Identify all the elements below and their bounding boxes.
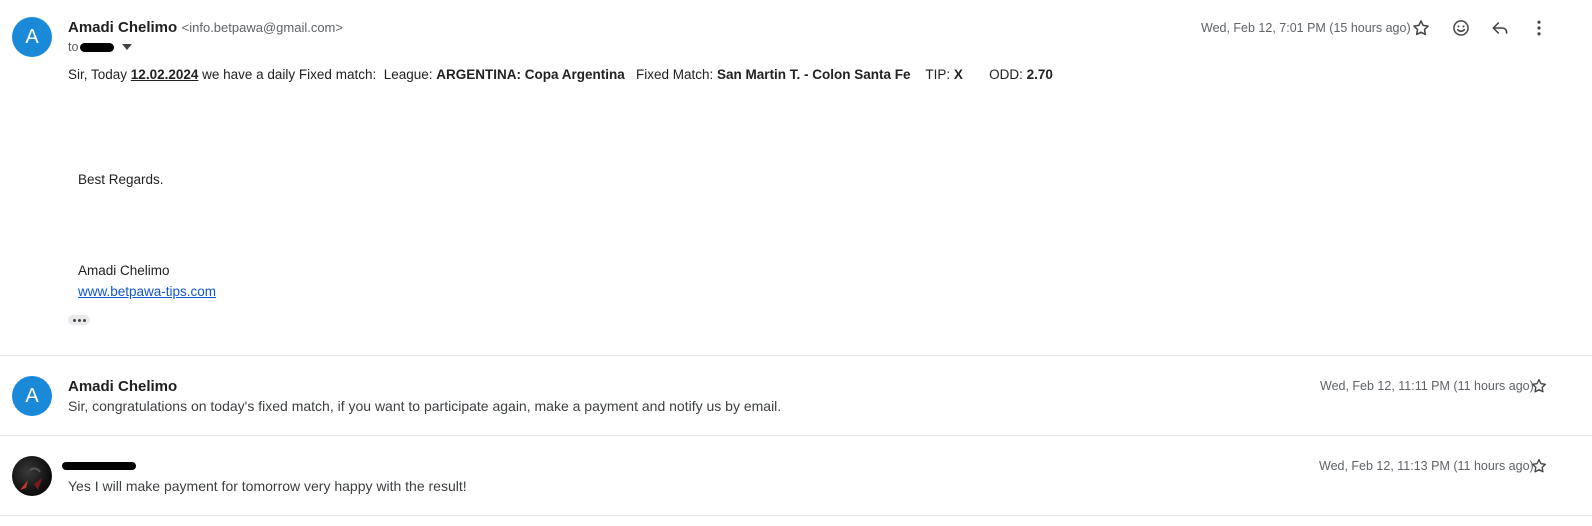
- body-tip: X: [953, 67, 963, 82]
- more-vert-icon[interactable]: [1527, 16, 1551, 40]
- sender-avatar[interactable]: A: [12, 17, 52, 57]
- emoji-icon[interactable]: [1449, 16, 1473, 40]
- redacted-sender-name: [62, 460, 136, 471]
- recipient-line[interactable]: to: [68, 40, 133, 54]
- body-text2: Fixed Match:: [624, 67, 718, 82]
- message-date: Wed, Feb 12, 11:13 PM (11 hours ago): [1319, 459, 1534, 473]
- sender-line: Amadi Chelimo <info.betpawa@gmail.com>: [68, 19, 343, 37]
- message-snippet[interactable]: Sir, congratulations on today's fixed ma…: [68, 398, 781, 414]
- body-tip-label: TIP:: [910, 67, 954, 82]
- to-label: to: [68, 40, 79, 54]
- sender-avatar-photo[interactable]: [12, 456, 52, 496]
- body-date: 12.02.2024: [130, 67, 199, 82]
- message-date: Wed, Feb 12, 7:01 PM (15 hours ago): [1201, 21, 1411, 35]
- reply-icon[interactable]: [1488, 16, 1512, 40]
- show-trimmed-content-button[interactable]: [68, 315, 90, 325]
- signature-name: Amadi Chelimo: [78, 263, 170, 278]
- body-regards: Best Regards.: [78, 172, 164, 187]
- body-text1: we have a daily Fixed match: League:: [198, 67, 437, 82]
- body-league: ARGENTINA: Copa Argentina: [436, 67, 625, 82]
- star-icon[interactable]: [1527, 454, 1551, 478]
- avatar-letter: A: [25, 25, 39, 48]
- message-divider: [0, 355, 1592, 356]
- body-intro: Sir, Today: [68, 67, 131, 82]
- star-icon[interactable]: [1527, 374, 1551, 398]
- body-odd: 2.70: [1026, 67, 1053, 82]
- chevron-down-icon[interactable]: [122, 44, 133, 50]
- signature-link[interactable]: www.betpawa-tips.com: [78, 284, 216, 299]
- message-body-first-line: Sir, Today 12.02.2024 we have a daily Fi…: [68, 67, 1053, 82]
- body-match: San Martin T. - Colon Santa Fe: [717, 67, 911, 82]
- message-divider: [0, 515, 1592, 516]
- sender-name[interactable]: Amadi Chelimo: [68, 378, 177, 395]
- avatar-letter: A: [25, 384, 39, 407]
- sender-name[interactable]: Amadi Chelimo: [68, 19, 177, 36]
- body-odd-label: ODD:: [962, 67, 1027, 82]
- sender-email: <info.betpawa@gmail.com>: [181, 20, 343, 35]
- message-date: Wed, Feb 12, 11:11 PM (11 hours ago): [1320, 379, 1534, 393]
- message-snippet[interactable]: Yes I will make payment for tomorrow ver…: [68, 478, 467, 494]
- sender-avatar[interactable]: A: [12, 376, 52, 416]
- avatar-image-icon: [20, 467, 42, 490]
- star-icon[interactable]: [1409, 16, 1433, 40]
- redacted-recipient: [80, 42, 115, 52]
- message-divider: [0, 435, 1592, 436]
